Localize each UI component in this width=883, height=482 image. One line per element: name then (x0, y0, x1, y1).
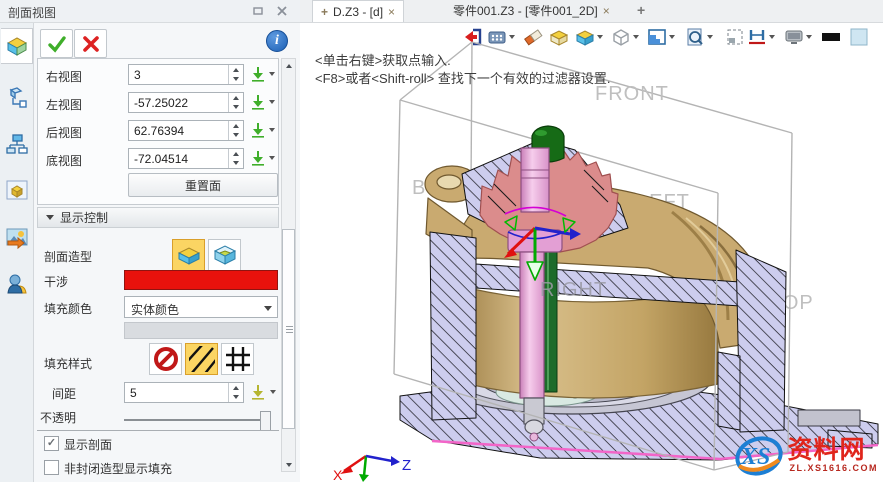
new-tab-button[interactable]: + (637, 2, 645, 18)
fill-style-hatch-button[interactable] (185, 343, 218, 375)
pick-point-icon[interactable] (250, 94, 266, 110)
field-label-left-view: 左视图 (46, 96, 82, 113)
reset-plane-button[interactable]: 重置面 (128, 173, 278, 197)
pick-options-caret[interactable] (269, 128, 275, 132)
pick-value-icon[interactable] (250, 384, 266, 400)
tab-part-document[interactable]: 零件001.Z3 - [零件001_2D] × (445, 0, 618, 21)
right-view-input-wrap (128, 64, 244, 85)
svg-text:Z: Z (402, 457, 411, 474)
tab-active-document[interactable]: + D.Z3 - [d] × (312, 0, 404, 22)
panel-scrollbar[interactable] (281, 58, 296, 472)
panel-titlebar: 剖面视图 (0, 0, 301, 23)
axis-triad: X Z (333, 456, 411, 482)
section-view-panel: i 右视图 左视图 后视 (34, 23, 300, 482)
fill-style-grid-button[interactable] (221, 343, 254, 375)
scrollbar-grip (286, 326, 293, 334)
fill-style-label: 填充样式 (44, 355, 92, 372)
show-section-label: 显示剖面 (64, 436, 112, 453)
section-shape-open-button[interactable] (208, 239, 241, 271)
tab-pin-icon: + (321, 5, 328, 19)
svg-text:XS: XS (740, 444, 770, 470)
panel-close-button[interactable] (274, 4, 290, 18)
watermark-site-name: 资料网 (787, 438, 865, 463)
display-control-title: 显示控制 (60, 209, 108, 226)
svg-text:RIGHT: RIGHT (540, 279, 607, 301)
document-tabbar: + D.Z3 - [d] × 零件001.Z3 - [零件001_2D] × + (300, 0, 883, 23)
cancel-button[interactable] (74, 29, 107, 58)
open-shape-fill-checkbox[interactable] (44, 460, 59, 475)
pick-point-icon[interactable] (250, 122, 266, 138)
bottom-view-input[interactable] (129, 149, 232, 168)
show-section-checkbox[interactable]: ✓ (44, 436, 59, 451)
spacing-input[interactable] (125, 383, 232, 402)
watermark-url: ZL.XS1616.COM (787, 463, 880, 473)
prompt-line-1: <单击右键>获取点输入. (315, 50, 451, 69)
watermark: XS 资料网 ZL.XS1616.COM (733, 432, 880, 478)
assembly-tree-icon[interactable] (4, 131, 30, 157)
user-profile-icon[interactable] (4, 271, 30, 297)
interference-color-bar[interactable] (124, 270, 278, 290)
prompt-line-2: <F8>或者<Shift-roll> 查找下一个有效的过滤器设置. (315, 68, 610, 87)
tab-close-icon[interactable]: × (388, 5, 395, 19)
separator (37, 430, 279, 431)
viewport-3d[interactable]: FRONT LEFT TOP BOTTOM (300, 22, 883, 482)
reference-geometry-icon[interactable] (4, 85, 30, 111)
back-view-input-wrap (128, 120, 244, 141)
left-view-input[interactable] (129, 93, 232, 112)
bottom-view-input-wrap (128, 148, 244, 169)
dropdown-caret-icon (264, 306, 272, 311)
pick-options-caret[interactable] (269, 100, 275, 104)
field-label-back-view: 后视图 (46, 124, 82, 141)
pick-point-icon[interactable] (250, 66, 266, 82)
custom-color-bar-disabled (124, 322, 278, 339)
spacing-spinner[interactable] (228, 383, 243, 402)
visualization-icon[interactable] (4, 225, 30, 251)
field-label-bottom-view: 底视图 (46, 152, 82, 169)
section-view-tab-icon[interactable] (1, 28, 33, 64)
collapse-arrow-icon (46, 215, 54, 220)
bottom-view-spinner[interactable] (228, 149, 243, 168)
opacity-slider-handle[interactable] (260, 411, 271, 431)
watermark-logo-icon: XS (733, 432, 785, 478)
tab-label: D.Z3 - [d] (333, 5, 383, 19)
section-shape-solid-button[interactable] (172, 239, 205, 271)
pick-options-caret[interactable] (269, 156, 275, 160)
opacity-label: 不透明 (40, 409, 76, 426)
interference-label: 干涉 (44, 273, 68, 290)
ok-button[interactable] (40, 29, 73, 58)
pick-options-caret[interactable] (269, 72, 275, 76)
left-view-input-wrap (128, 92, 244, 113)
section-shape-label: 剖面造型 (44, 248, 92, 265)
display-control-header[interactable]: 显示控制 (37, 207, 279, 228)
scrollbar-thumb[interactable] (282, 229, 295, 429)
opacity-slider-track[interactable] (124, 419, 270, 421)
fill-style-none-button[interactable] (149, 343, 182, 375)
field-label-right-view: 右视图 (46, 68, 82, 85)
right-view-spinner[interactable] (228, 65, 243, 84)
application-window: FRONT LEFT TOP BOTTOM (0, 0, 883, 482)
info-button[interactable]: i (266, 30, 288, 52)
fill-color-label: 填充颜色 (44, 300, 92, 317)
right-view-input[interactable] (129, 65, 232, 84)
scroll-up-button[interactable] (282, 59, 295, 72)
fill-color-dropdown[interactable]: 实体颜色 (124, 296, 278, 318)
view-manager-icon[interactable] (4, 177, 30, 203)
section-planes-group: 右视图 左视图 后视图 (37, 58, 279, 205)
scroll-down-button[interactable] (282, 458, 295, 471)
fill-color-value: 实体颜色 (131, 301, 179, 318)
left-icon-strip (0, 23, 34, 482)
open-shape-fill-label: 非封闭造型显示填充 (64, 460, 172, 477)
tab-label: 零件001.Z3 - [零件001_2D] (453, 2, 598, 19)
pick-options-caret[interactable] (270, 390, 276, 394)
pick-point-icon[interactable] (250, 150, 266, 166)
panel-title: 剖面视图 (8, 4, 56, 21)
back-view-input[interactable] (129, 121, 232, 140)
panel-minimize-button[interactable] (250, 4, 266, 18)
left-view-spinner[interactable] (228, 93, 243, 112)
back-view-spinner[interactable] (228, 121, 243, 140)
svg-text:X: X (333, 467, 343, 482)
tab-close-icon[interactable]: × (603, 4, 610, 18)
spacing-input-wrap (124, 382, 244, 403)
